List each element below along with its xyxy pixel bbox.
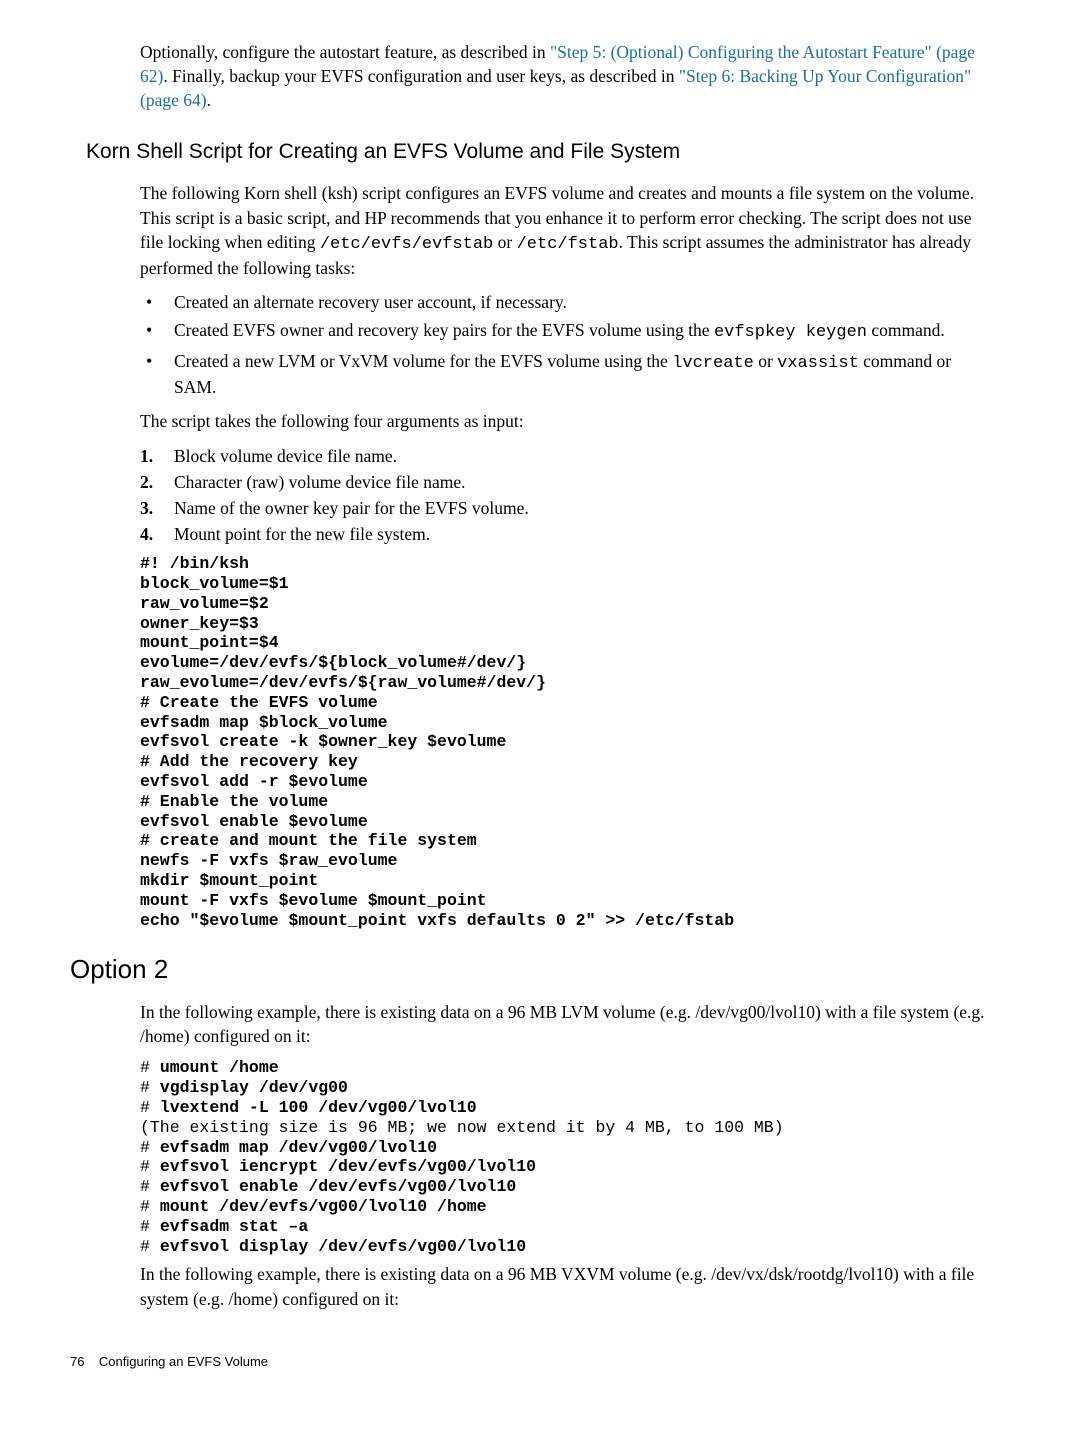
numbered-list: 1. Block volume device file name. 2. Chara… <box>140 444 990 547</box>
num-1-label: 1. <box>140 444 153 468</box>
cmd-lvcreate: lvcreate <box>672 354 754 373</box>
intro-paragraph: Optionally, configure the autostart feat… <box>140 40 990 112</box>
ksh-script-text: #! /bin/ksh block_volume=$1 raw_volume=$… <box>140 554 734 929</box>
intro-text-b: . Finally, backup your EVFS configuratio… <box>163 66 679 86</box>
num-3: 3. Name of the owner key pair for the EVF… <box>140 496 990 520</box>
bullet-3-a: Created a new LVM or VxVM volume for the… <box>174 351 672 371</box>
cmd-vxassist: vxassist <box>777 354 859 373</box>
intro-text-c: . <box>207 90 211 110</box>
option2-code-block: # umount /home # vgdisplay /dev/vg00 # l… <box>140 1058 990 1256</box>
ksh-script-block: #! /bin/ksh block_volume=$1 raw_volume=$… <box>140 554 990 930</box>
path-fstab: /etc/fstab <box>517 235 619 254</box>
num-2: 2. Character (raw) volume device file nam… <box>140 470 990 494</box>
page-number: 76 <box>70 1354 84 1369</box>
korn-p1: The following Korn shell (ksh) script co… <box>140 181 990 280</box>
path-evfstab: /etc/evfs/evfstab <box>320 235 493 254</box>
heading-korn-script: Korn Shell Script for Creating an EVFS V… <box>86 138 990 167</box>
page-footer: 76 Configuring an EVFS Volume <box>70 1353 990 1371</box>
bullet-1: Created an alternate recovery user accou… <box>140 290 990 314</box>
num-3-text: Name of the owner key pair for the EVFS … <box>174 498 529 518</box>
num-1: 1. Block volume device file name. <box>140 444 990 468</box>
bullet-3-b: or <box>754 351 777 371</box>
bullet-2-b: command. <box>867 320 945 340</box>
num-4: 4. Mount point for the new file system. <box>140 522 990 546</box>
bullet-1-text: Created an alternate recovery user accou… <box>174 292 567 312</box>
cmd-evfspkey: evfspkey keygen <box>714 323 867 342</box>
num-2-text: Character (raw) volume device file name. <box>174 472 466 492</box>
bullet-list: Created an alternate recovery user accou… <box>140 290 990 399</box>
num-3-label: 3. <box>140 496 153 520</box>
option2-p2: In the following example, there is exist… <box>140 1262 990 1310</box>
intro-text-a: Optionally, configure the autostart feat… <box>140 42 550 62</box>
num-1-text: Block volume device file name. <box>174 446 397 466</box>
footer-title: Configuring an EVFS Volume <box>99 1354 268 1369</box>
bullet-3: Created a new LVM or VxVM volume for the… <box>140 349 990 400</box>
num-4-text: Mount point for the new file system. <box>174 524 430 544</box>
bullet-2: Created EVFS owner and recovery key pair… <box>140 318 990 344</box>
bullet-2-a: Created EVFS owner and recovery key pair… <box>174 320 714 340</box>
heading-option-2: Option 2 <box>70 952 990 988</box>
option2-p1: In the following example, there is exist… <box>140 1000 990 1048</box>
num-4-label: 4. <box>140 522 153 546</box>
korn-p2: The script takes the following four argu… <box>140 409 990 433</box>
korn-p1-b: or <box>493 232 516 252</box>
num-2-label: 2. <box>140 470 153 494</box>
